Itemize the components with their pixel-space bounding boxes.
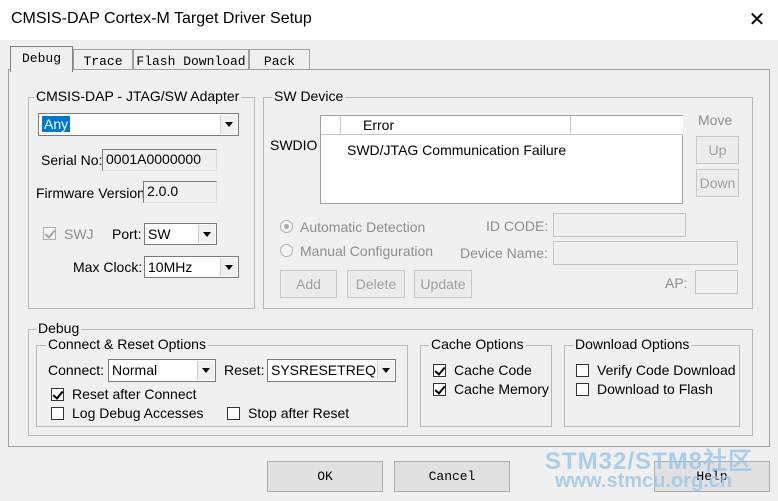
cache-code-label: Cache Code [454, 362, 532, 378]
id-code-field [553, 213, 686, 237]
download-options-title: Download Options [573, 336, 692, 352]
window-title: CMSIS-DAP Cortex-M Target Driver Setup [11, 10, 312, 27]
cache-code-checkbox[interactable] [433, 364, 446, 377]
verify-download-label: Verify Code Download [597, 362, 736, 378]
adapter-group-title: CMSIS-DAP - JTAG/SW Adapter [34, 88, 242, 104]
adapter-select[interactable]: Any [38, 113, 239, 136]
sw-list-error-text: SWD/JTAG Communication Failure [347, 142, 567, 158]
maxclock-select[interactable]: 10MHz [144, 256, 239, 278]
watermark-line2: www.stmcu.org.cn [555, 470, 733, 492]
log-debug-label: Log Debug Accesses [72, 405, 204, 421]
cache-options-title: Cache Options [429, 336, 526, 352]
serial-field: 0001A0000000 [102, 149, 217, 171]
id-code-label: ID CODE: [486, 218, 549, 234]
download-to-flash-checkbox[interactable] [576, 383, 589, 396]
close-icon[interactable]: ✕ [742, 6, 772, 34]
tab-pack-label: Pack [263, 54, 296, 69]
manual-config-radio[interactable] [280, 244, 293, 257]
manual-config-label: Manual Configuration [300, 243, 434, 259]
swj-checkbox[interactable] [43, 227, 56, 240]
device-name-label: Device Name: [460, 245, 548, 261]
chevron-down-icon[interactable] [198, 225, 215, 243]
firmware-label: Firmware Version: [36, 185, 149, 201]
move-up-button[interactable]: Up [696, 136, 739, 164]
title-bar: CMSIS-DAP Cortex-M Target Driver Setup ✕ [0, 0, 778, 40]
reset-select-value: SYSRESETREQ [271, 362, 377, 378]
reset-label: Reset: [224, 362, 265, 378]
move-label: Move [698, 112, 733, 128]
debug-group-title: Debug [36, 320, 82, 336]
port-select-value: SW [148, 226, 171, 242]
ok-button[interactable]: OK [267, 461, 383, 492]
tab-debug[interactable]: Debug [10, 46, 73, 72]
ap-field [695, 270, 738, 294]
tab-flash-download-label: Flash Download [136, 54, 246, 69]
add-button[interactable]: Add [280, 270, 337, 298]
cache-memory-checkbox[interactable] [433, 383, 446, 396]
port-select[interactable]: SW [144, 223, 217, 245]
firmware-field: 2.0.0 [143, 181, 217, 203]
sw-device-group-title: SW Device [272, 88, 346, 104]
update-button[interactable]: Update [414, 270, 472, 298]
auto-detection-radio[interactable] [280, 220, 293, 233]
connect-select-value: Normal [112, 362, 158, 378]
sw-device-list[interactable]: Error SWD/JTAG Communication Failure [320, 115, 683, 204]
swj-label: SWJ [64, 226, 94, 242]
connect-reset-title: Connect & Reset Options [46, 336, 208, 352]
chevron-down-icon[interactable] [220, 258, 237, 276]
sw-list-column-error: Error [363, 117, 395, 133]
tab-trace-label: Trace [83, 54, 123, 69]
download-to-flash-label: Download to Flash [597, 381, 713, 397]
port-label: Port: [112, 226, 142, 242]
connect-select[interactable]: Normal [108, 359, 216, 382]
log-debug-checkbox[interactable] [51, 407, 64, 420]
sw-list-header: Error [321, 116, 571, 135]
delete-button[interactable]: Delete [347, 270, 405, 298]
tab-debug-label: Debug [21, 51, 61, 66]
reset-select[interactable]: SYSRESETREQ [267, 359, 396, 382]
ap-label: AP: [665, 275, 688, 291]
cache-memory-label: Cache Memory [454, 381, 549, 397]
connect-label: Connect: [48, 362, 105, 378]
serial-label: Serial No: [41, 152, 103, 168]
maxclock-select-value: 10MHz [148, 259, 193, 275]
reset-after-connect-checkbox[interactable] [51, 388, 64, 401]
move-down-button[interactable]: Down [696, 169, 739, 197]
reset-after-connect-label: Reset after Connect [72, 386, 197, 402]
chevron-down-icon[interactable] [197, 361, 214, 380]
swdio-label: SWDIO [270, 137, 318, 153]
stop-after-reset-checkbox[interactable] [227, 407, 240, 420]
verify-download-checkbox[interactable] [576, 364, 589, 377]
chevron-down-icon[interactable] [377, 361, 394, 380]
device-name-field [553, 241, 738, 265]
adapter-select-value: Any [42, 116, 71, 132]
maxclock-label: Max Clock: [73, 259, 143, 275]
stop-after-reset-label: Stop after Reset [248, 405, 350, 421]
cancel-button[interactable]: Cancel [394, 461, 510, 492]
auto-detection-label: Automatic Detection [300, 219, 426, 235]
chevron-down-icon[interactable] [220, 115, 237, 134]
